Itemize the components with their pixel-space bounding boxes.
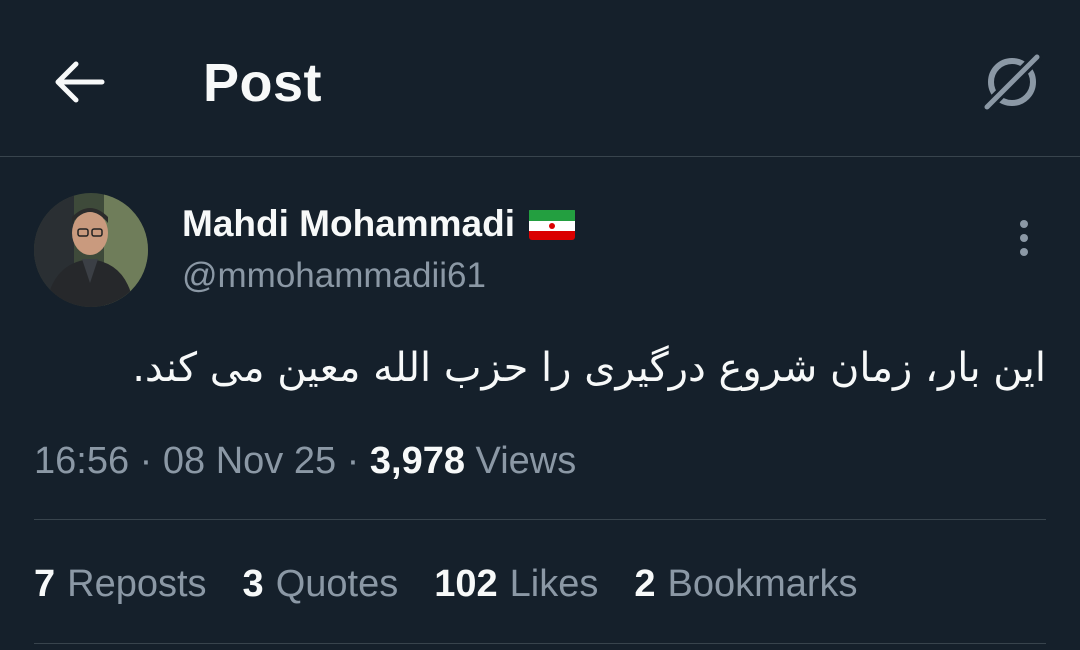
reposts-count: 7 [34,563,56,605]
bookmarks-count: 2 [634,563,656,605]
likes-label: Likes [509,563,599,605]
divider [34,643,1046,644]
arrow-left-icon [55,61,105,103]
meta-separator: · [139,440,153,482]
views-label: Views [475,440,577,482]
more-options-button[interactable] [1000,212,1048,264]
profile-photo [34,193,148,307]
iran-flag-emoji [529,208,576,240]
tweet-time[interactable]: 16:56 [34,440,129,482]
reposts-label: Reposts [67,563,207,605]
tweet-date[interactable]: 08 Nov 25 [163,440,336,482]
page-title: Post [203,53,323,113]
avatar[interactable] [34,193,148,307]
grok-button[interactable] [972,42,1052,122]
grok-icon [981,51,1043,113]
divider [34,519,1046,520]
back-button[interactable] [40,42,120,122]
likes-count: 102 [434,563,498,605]
more-vertical-icon [1020,220,1028,256]
views-count: 3,978 [369,440,465,482]
quotes-label: Quotes [275,563,399,605]
bookmarks-stat[interactable]: 2 Bookmarks [634,560,857,608]
quotes-count: 3 [242,563,264,605]
meta-separator: · [346,440,360,482]
author-handle[interactable]: @mmohammadii61 [182,254,486,298]
quotes-stat[interactable]: 3 Quotes [243,560,399,608]
bookmarks-label: Bookmarks [667,563,858,605]
tweet-meta: 16:56 · 08 Nov 25 · 3,978 Views [34,438,576,484]
engagement-stats: 7 Reposts 3 Quotes 102 Likes 2 Bookmarks [34,560,894,608]
author-name-text: Mahdi Mohammadi [182,203,516,244]
top-bar: Post [0,0,1080,157]
reposts-stat[interactable]: 7 Reposts [34,560,207,608]
tweet-text: این بار، زمان شروع درگیری را حزب الله مع… [132,345,1046,391]
author-name[interactable]: Mahdi Mohammadi [182,202,576,246]
likes-stat[interactable]: 102 Likes [434,560,598,608]
